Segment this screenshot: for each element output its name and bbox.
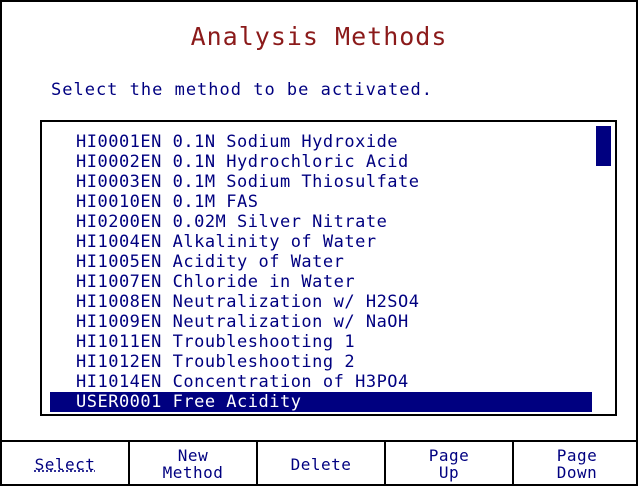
- softkey-bar: Select New Method Delete Page Up Page Do…: [2, 440, 638, 486]
- list-scrollbar[interactable]: [596, 126, 611, 412]
- methods-list: HI0001EN 0.1N Sodium Hydroxide HI0002EN …: [50, 132, 592, 412]
- page-title: Analysis Methods: [190, 22, 448, 51]
- list-item[interactable]: HI1014EN Concentration of H3PO4: [50, 372, 592, 392]
- list-item[interactable]: HI1004EN Alkalinity of Water: [50, 232, 592, 252]
- list-item[interactable]: HI0003EN 0.1M Sodium Thiosulfate: [50, 172, 592, 192]
- list-item[interactable]: HI0002EN 0.1N Hydrochloric Acid: [50, 152, 592, 172]
- page-down-button-label-line1: Page: [556, 446, 598, 465]
- list-item[interactable]: HI1007EN Chloride in Water: [50, 272, 592, 292]
- list-item[interactable]: HI1008EN Neutralization w/ H2SO4: [50, 292, 592, 312]
- page-down-button[interactable]: Page Down: [514, 442, 638, 486]
- page-up-button-label-line1: Page: [428, 446, 470, 465]
- list-item[interactable]: HI0200EN 0.02M Silver Nitrate: [50, 212, 592, 232]
- page-up-button[interactable]: Page Up: [386, 442, 514, 486]
- page-down-button-label-line2: Down: [556, 463, 598, 482]
- list-item[interactable]: HI1005EN Acidity of Water: [50, 252, 592, 272]
- select-button[interactable]: Select: [2, 442, 130, 486]
- new-method-button-label-line2: Method: [162, 463, 224, 482]
- delete-button[interactable]: Delete: [258, 442, 386, 486]
- methods-listbox[interactable]: HI0001EN 0.1N Sodium Hydroxide HI0002EN …: [40, 120, 617, 416]
- list-item[interactable]: HI1012EN Troubleshooting 2: [50, 352, 592, 372]
- select-button-label: Select: [34, 454, 96, 474]
- scrollbar-thumb[interactable]: [596, 126, 611, 166]
- list-item[interactable]: HI0010EN 0.1M FAS: [50, 192, 592, 212]
- page-up-button-label-line2: Up: [438, 463, 460, 482]
- list-item[interactable]: HI1009EN Neutralization w/ NaOH: [50, 312, 592, 332]
- new-method-button[interactable]: New Method: [130, 442, 258, 486]
- list-item-selected[interactable]: USER0001 Free Acidity: [50, 392, 592, 412]
- new-method-button-label-line1: New: [177, 446, 209, 465]
- list-item[interactable]: HI0001EN 0.1N Sodium Hydroxide: [50, 132, 592, 152]
- instruction-text: Select the method to be activated.: [51, 80, 433, 100]
- list-item[interactable]: HI1011EN Troubleshooting 1: [50, 332, 592, 352]
- analysis-methods-screen: Analysis Methods Select the method to be…: [0, 0, 638, 486]
- delete-button-label: Delete: [290, 454, 352, 474]
